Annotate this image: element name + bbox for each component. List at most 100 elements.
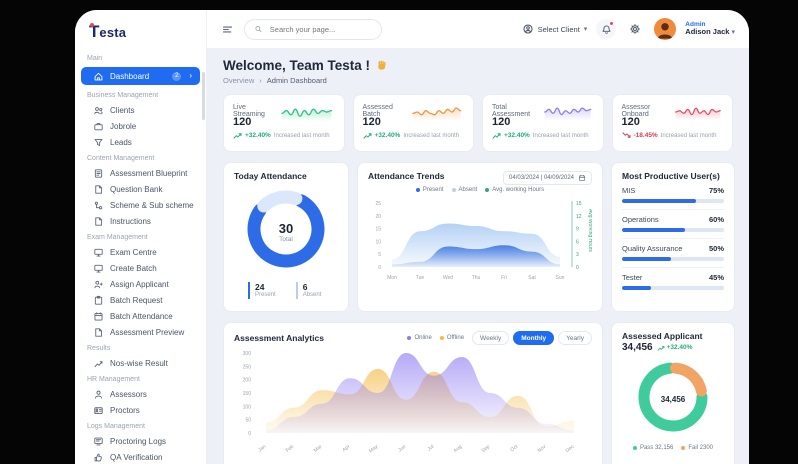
sidebar-section-label: Main bbox=[75, 50, 206, 65]
sidebar-item-clients[interactable]: Clients bbox=[81, 102, 200, 118]
user-menu[interactable]: Admin Adison Jack ▾ bbox=[685, 21, 735, 37]
sidebar-item-proctors[interactable]: Proctors bbox=[81, 402, 200, 418]
menu-toggle-icon[interactable] bbox=[221, 23, 234, 36]
app-logo[interactable]: Testa bbox=[75, 18, 206, 50]
sidebar-item-nos-wise-result[interactable]: Nos-wise Result bbox=[81, 355, 200, 371]
sidebar-item-instructions[interactable]: Instructions bbox=[81, 213, 200, 229]
sidebar-item-label: Clients bbox=[110, 106, 134, 115]
svg-text:0: 0 bbox=[378, 265, 381, 271]
productive-user-percent: 75% bbox=[709, 186, 724, 195]
legend-label: Pass 32,156 bbox=[640, 445, 673, 451]
attendance-stat-label: Present bbox=[255, 292, 276, 299]
svg-text:100: 100 bbox=[243, 404, 252, 410]
legend-pass: Pass 32,156 bbox=[633, 445, 673, 451]
svg-text:15: 15 bbox=[576, 201, 582, 207]
stat-card-trend: +32.40% bbox=[245, 132, 271, 139]
sidebar-scrollbar[interactable] bbox=[202, 72, 205, 120]
stat-card-trend: -18.45% bbox=[634, 132, 658, 139]
scheme-icon bbox=[93, 200, 104, 211]
trend-down-icon bbox=[622, 132, 631, 139]
most-productive-title: Most Productive User(s) bbox=[622, 171, 724, 181]
sidebar-item-assessment-preview[interactable]: Assessment Preview bbox=[81, 324, 200, 340]
search-box[interactable] bbox=[244, 19, 382, 40]
notifications-button[interactable] bbox=[596, 19, 616, 39]
stat-card-total-assessment[interactable]: Total Assessment120+32.40%Increased last… bbox=[482, 94, 604, 152]
sidebar-item-qa-verification[interactable]: QA Verification bbox=[81, 449, 200, 464]
search-input[interactable] bbox=[268, 24, 372, 35]
assessment-analytics-title: Assessment Analytics bbox=[234, 333, 324, 343]
date-range-picker[interactable]: 04/03/2024 | 04/09/2024 bbox=[503, 171, 592, 185]
sidebar-item-scheme-sub-scheme[interactable]: Scheme & Sub scheme bbox=[81, 197, 200, 213]
productive-user-row: MIS75% bbox=[622, 181, 724, 210]
sidebar-item-assessors[interactable]: Assessors bbox=[81, 386, 200, 402]
tab-yearly[interactable]: Yearly bbox=[558, 331, 592, 345]
breadcrumb-overview[interactable]: Overview bbox=[223, 76, 254, 85]
sidebar-item-label: Leads bbox=[110, 138, 132, 147]
sidebar-item-jobrole[interactable]: Jobrole bbox=[81, 118, 200, 134]
sidebar-item-label: Proctoring Logs bbox=[110, 437, 166, 446]
settings-button[interactable] bbox=[625, 19, 645, 39]
attendance-stat-value: 6 bbox=[303, 282, 322, 292]
stat-card-live-streaming[interactable]: Live Streaming120+32.40%Increased last m… bbox=[223, 94, 345, 152]
svg-text:300: 300 bbox=[243, 351, 252, 357]
svg-text:15: 15 bbox=[375, 227, 381, 233]
stat-card-assessor-onboard[interactable]: Assessor Onboard120-18.45%Increased last… bbox=[612, 94, 734, 152]
stat-card-value: 120 bbox=[622, 116, 724, 128]
trend-up-icon bbox=[363, 132, 372, 139]
stat-card-assessed-batch[interactable]: Assessed Batch120+32.40%Increased last m… bbox=[353, 94, 475, 152]
legend-dot bbox=[452, 188, 456, 192]
legend-label: Fail 2300 bbox=[688, 445, 713, 451]
sidebar-item-label: Exam Centre bbox=[110, 248, 157, 257]
sidebar-item-dashboard[interactable]: Dashboard2› bbox=[81, 67, 200, 85]
assessment-analytics-chart[interactable]: 050100150200250300JanFebMarAprMayJunJulA… bbox=[234, 345, 592, 463]
svg-text:Aug: Aug bbox=[453, 444, 464, 454]
sidebar-item-assign-applicant[interactable]: Assign Applicant bbox=[81, 276, 200, 292]
attendance-stat-absent: 6Absent bbox=[296, 282, 322, 299]
legend-dot bbox=[440, 336, 444, 340]
sidebar-item-exam-centre[interactable]: Exam Centre bbox=[81, 244, 200, 260]
productive-user-name: Operations bbox=[622, 215, 659, 224]
productive-user-percent: 50% bbox=[709, 244, 724, 253]
tab-weekly[interactable]: Weekly bbox=[472, 331, 509, 345]
svg-text:Jul: Jul bbox=[426, 444, 435, 453]
svg-text:Oct: Oct bbox=[509, 443, 519, 453]
case-icon bbox=[93, 121, 104, 132]
sidebar-item-label: Nos-wise Result bbox=[110, 359, 168, 368]
sidebar-item-batch-request[interactable]: Batch Request bbox=[81, 292, 200, 308]
analytics-legend: OnlineOffline bbox=[407, 335, 464, 341]
svg-text:Tue: Tue bbox=[416, 275, 425, 281]
topbar: Select Client ▾ Admin Adison Jack ▾ bbox=[207, 10, 749, 48]
progress-fill bbox=[622, 286, 651, 290]
sidebar-item-label: Scheme & Sub scheme bbox=[110, 201, 194, 210]
svg-text:Sep: Sep bbox=[481, 444, 492, 454]
sidebar-item-assessment-blueprint[interactable]: Assessment Blueprint bbox=[81, 165, 200, 181]
sidebar-item-proctoring-logs[interactable]: Proctoring Logs bbox=[81, 433, 200, 449]
svg-text:Fri: Fri bbox=[501, 275, 507, 281]
sidebar-item-batch-attendance[interactable]: Batch Attendance bbox=[81, 308, 200, 324]
svg-text:9: 9 bbox=[576, 227, 579, 233]
sidebar-item-leads[interactable]: Leads bbox=[81, 134, 200, 150]
avatar[interactable] bbox=[654, 18, 676, 40]
stat-card-value: 120 bbox=[363, 116, 465, 128]
svg-text:Jun: Jun bbox=[397, 444, 407, 454]
sidebar-item-label: Instructions bbox=[110, 217, 151, 226]
attendance-trends-chart[interactable]: 051015202503691215Avg Working HoursMonTu… bbox=[368, 193, 592, 293]
attendance-stat-value: 24 bbox=[255, 282, 276, 292]
svg-text:20: 20 bbox=[375, 214, 381, 220]
legend-label: Offline bbox=[447, 335, 464, 341]
select-client-dropdown[interactable]: Select Client ▾ bbox=[522, 23, 588, 35]
productive-user-percent: 60% bbox=[709, 215, 724, 224]
logs-icon bbox=[93, 436, 104, 447]
tab-monthly[interactable]: Monthly bbox=[513, 331, 554, 345]
attendance-total-value: 30 bbox=[279, 221, 293, 236]
sidebar-item-create-batch[interactable]: Create Batch bbox=[81, 260, 200, 276]
assessed-total-value: 34,456 bbox=[622, 342, 653, 353]
chevron-down-icon: ▾ bbox=[731, 29, 735, 37]
stat-card-value: 120 bbox=[492, 116, 594, 128]
svg-text:0: 0 bbox=[248, 431, 251, 437]
svg-text:Apr: Apr bbox=[341, 444, 351, 454]
productive-user-percent: 45% bbox=[709, 273, 724, 282]
sidebar-item-question-bank[interactable]: Question Bank bbox=[81, 181, 200, 197]
client-icon bbox=[522, 23, 534, 35]
chevron-right-icon: › bbox=[189, 72, 192, 80]
